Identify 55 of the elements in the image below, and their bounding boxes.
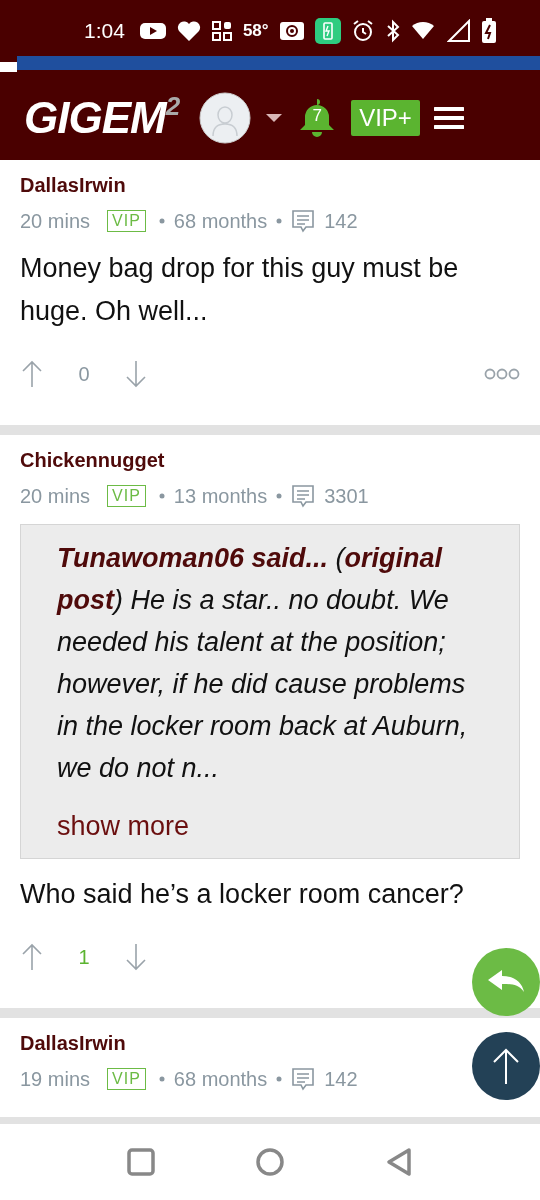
separator-dot-icon (276, 218, 283, 224)
quote-text: Tunawoman06 said... (original post) He is a star.. no doubt. We needed his talent at the position; however, if he did cause problems in the locker room back at Auburn, we do not n... (57, 542, 469, 785)
show-more-link[interactable]: show more (57, 801, 479, 852)
post-time: 20 mins (20, 209, 91, 233)
notification-count: 7 (311, 106, 323, 126)
home-icon[interactable] (255, 1147, 285, 1177)
more-options-icon[interactable] (484, 367, 520, 381)
vip-badge: VIP (107, 485, 146, 507)
post-count: 142 (324, 1067, 358, 1091)
battery-saver-icon (314, 18, 341, 44)
recents-icon[interactable] (127, 1148, 155, 1176)
heart-icon (176, 20, 201, 42)
downvote-icon[interactable] (124, 942, 148, 972)
post-count: 3301 (324, 484, 369, 508)
upvote-icon[interactable] (20, 359, 44, 389)
banner-edge (0, 62, 17, 72)
temperature: 58° (242, 21, 269, 41)
avatar-icon[interactable] (199, 92, 252, 144)
separator-dot-icon (276, 493, 283, 499)
site-logo[interactable]: GIGEM$^{2}$ (24, 93, 180, 143)
separator-dot-icon (276, 1076, 283, 1082)
member-tenure: 13 months (173, 484, 268, 508)
post-time: 19 mins (20, 1067, 91, 1091)
play-icon (138, 21, 167, 41)
comment-icon (291, 209, 316, 233)
vip-badge: VIP (107, 1068, 146, 1090)
post-text: Who said he’s a locker room cancer? (20, 878, 465, 911)
comment-icon (291, 484, 316, 508)
post-time: 20 mins (20, 484, 91, 508)
vip-badge: VIP (107, 210, 146, 232)
menu-icon[interactable] (433, 106, 464, 130)
vote-score: 1 (77, 945, 91, 969)
username[interactable]: Chickennugget (20, 449, 165, 472)
clock: 1:04 (84, 19, 125, 43)
post-count: 142 (324, 209, 358, 233)
battery-icon (480, 18, 497, 44)
username[interactable]: DallasIrwin (20, 1032, 126, 1055)
reply-button[interactable] (472, 948, 540, 1016)
dropdown-caret-icon[interactable] (265, 112, 284, 124)
upvote-icon[interactable] (20, 942, 44, 972)
separator-dot-icon (158, 218, 165, 224)
separator-dot-icon (158, 493, 165, 499)
signal-icon (446, 19, 471, 43)
vote-score: 0 (77, 362, 91, 386)
scroll-top-button[interactable] (472, 1032, 540, 1100)
hotspot-icon (278, 21, 305, 41)
post-text: Money bag drop for this guy must be huge. Oh well... (20, 252, 460, 328)
separator-dot-icon (158, 1076, 165, 1082)
member-tenure: 68 months (173, 209, 268, 233)
back-icon[interactable] (385, 1147, 413, 1177)
grid-icon (210, 20, 233, 42)
username[interactable]: DallasIrwin (20, 174, 126, 197)
downvote-icon[interactable] (124, 359, 148, 389)
comment-icon (291, 1067, 316, 1091)
member-tenure: 68 months (173, 1067, 268, 1091)
